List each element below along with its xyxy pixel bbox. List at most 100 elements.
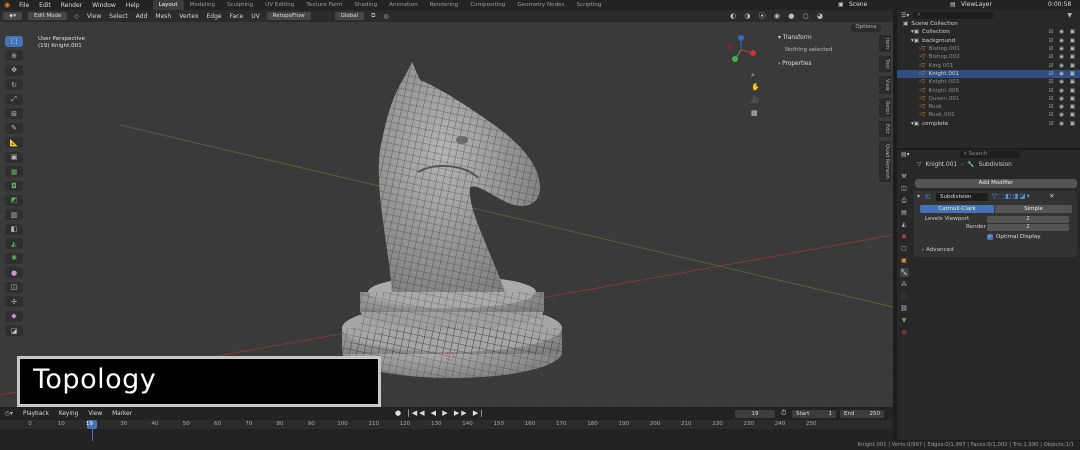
viewlayer-selector[interactable]: ViewLayer bbox=[961, 1, 992, 8]
menu-playback[interactable]: Playback bbox=[18, 411, 54, 417]
collapse-icon[interactable]: ▾ bbox=[917, 193, 920, 200]
expand-arrow-icon[interactable]: ▾▣ bbox=[911, 121, 919, 127]
modifier-tab-icon[interactable]: 🔧 bbox=[899, 268, 909, 277]
add-cube-tool-icon[interactable]: ▣ bbox=[5, 151, 23, 163]
stopwatch-icon[interactable]: ⏱ bbox=[781, 409, 786, 418]
outliner-row[interactable]: ›▽ Queen.001 ☑ ◉ ▣ bbox=[897, 95, 1080, 103]
tab-view[interactable]: View bbox=[879, 76, 891, 94]
particles-tab-icon[interactable]: ⁂ bbox=[900, 280, 909, 289]
timeline-type-icon[interactable]: ◷▾ bbox=[0, 411, 18, 417]
menu-render[interactable]: Render bbox=[56, 2, 87, 9]
filter-icon[interactable]: ▼ bbox=[1067, 12, 1072, 19]
outliner-row[interactable]: ›▽ Rook.001 ☑ ◉ ▣ bbox=[897, 111, 1080, 119]
outliner-row[interactable]: ›▽ Bishop.001 ☑ ◉ ▣ bbox=[897, 45, 1080, 53]
loop-cut-tool-icon[interactable]: ▥ bbox=[5, 209, 23, 221]
shear-tool-icon[interactable]: ◆ bbox=[5, 310, 23, 322]
shrink-fatten-tool-icon[interactable]: ✢ bbox=[5, 296, 23, 308]
visibility-toggle-icons[interactable]: ☑ ◉ ▣ bbox=[1049, 71, 1077, 77]
move-tool-icon[interactable]: ✥ bbox=[5, 64, 23, 76]
retopoflow-menu[interactable]: RetopoFlow bbox=[266, 12, 311, 20]
camera-icon[interactable]: 🎥 bbox=[751, 96, 760, 104]
simple-button[interactable]: Simple bbox=[995, 205, 1072, 213]
menu-edge[interactable]: Edge bbox=[203, 13, 226, 20]
editor-type-icon[interactable]: ◈▾ bbox=[3, 12, 22, 20]
properties-type-icon[interactable]: ▤▾ bbox=[901, 151, 910, 158]
outliner-row[interactable]: ›▽ Bishop.002 ☑ ◉ ▣ bbox=[897, 53, 1080, 61]
transform-panel-header[interactable]: ▾ Transform bbox=[778, 35, 812, 41]
catmull-clark-button[interactable]: Catmull-Clark bbox=[920, 205, 994, 213]
viewport-overlay-icons[interactable]: ◐ ◑ ⦿ ◉ ● ○ ◕ bbox=[730, 11, 826, 21]
object-tab-icon[interactable]: ▣ bbox=[900, 256, 909, 265]
menu-vertex[interactable]: Vertex bbox=[175, 13, 202, 20]
mesh-object-icon[interactable]: ›▽ bbox=[919, 71, 926, 77]
data-tab-icon[interactable]: ▼ bbox=[900, 316, 909, 325]
expand-arrow-icon[interactable]: ▾▣ bbox=[911, 38, 919, 44]
outliner-row[interactable]: ›▽ Knight.003 ☑ ◉ ▣ bbox=[897, 78, 1080, 86]
menu-mesh[interactable]: Mesh bbox=[151, 13, 175, 20]
mesh-object-icon[interactable]: ›▽ bbox=[919, 63, 926, 69]
outliner-row[interactable]: ›▽ Knight.001 ☑ ◉ ▣ bbox=[897, 69, 1080, 79]
visibility-toggle-icons[interactable]: ☑ ◉ ▣ bbox=[1049, 79, 1077, 85]
measure-tool-icon[interactable]: 📐 bbox=[5, 137, 23, 149]
menu-uv[interactable]: UV bbox=[247, 13, 264, 20]
modifier-toggle-icons[interactable]: ▽⬚◧◨◪▾ bbox=[992, 192, 1031, 200]
tool-tab-icon[interactable]: ⚒ bbox=[900, 172, 909, 181]
rip-tool-icon[interactable]: ◪ bbox=[5, 325, 23, 337]
visibility-toggle-icons[interactable]: ☑ ◉ ▣ bbox=[1049, 104, 1077, 110]
constraints-tab-icon[interactable]: ⛓ bbox=[900, 304, 909, 313]
outliner-search-input[interactable]: ⌕ bbox=[913, 11, 994, 19]
mesh-object-icon[interactable]: ›▽ bbox=[919, 96, 926, 102]
playback-controls[interactable]: ● |◀◀ ◀ ▶ ▶▶ ▶| bbox=[395, 409, 485, 417]
render-levels-field[interactable]: 2 bbox=[987, 224, 1069, 231]
tab-edit[interactable]: Edit bbox=[879, 120, 891, 137]
pan-hand-icon[interactable]: ✋ bbox=[751, 83, 760, 91]
tab-shading[interactable]: Shading bbox=[348, 0, 383, 10]
tab-scripting[interactable]: Scripting bbox=[571, 0, 608, 10]
end-frame-field[interactable]: End 250 bbox=[840, 410, 884, 418]
menu-view[interactable]: View bbox=[83, 13, 105, 20]
mode-selector[interactable]: Edit Mode bbox=[28, 12, 68, 20]
start-frame-field[interactable]: Start 1 bbox=[792, 410, 836, 418]
cursor-tool-icon[interactable]: ⊕ bbox=[5, 50, 23, 62]
menu-marker[interactable]: Marker bbox=[107, 411, 137, 417]
add-modifier-button[interactable]: Add Modifier bbox=[915, 179, 1077, 188]
outliner-row[interactable]: ›▽ Knight.005 ☑ ◉ ▣ bbox=[897, 86, 1080, 94]
physics-tab-icon[interactable]: ◌ bbox=[900, 292, 909, 301]
mesh-object-icon[interactable]: ›▽ bbox=[919, 88, 926, 94]
scale-tool-icon[interactable]: ⤢ bbox=[5, 93, 23, 105]
proportional-edit-icon[interactable]: ◎ bbox=[379, 13, 392, 20]
outliner-row[interactable]: ›▽ King.001 ☑ ◉ ▣ bbox=[897, 61, 1080, 69]
modifier-name-field[interactable]: Subdivision bbox=[936, 193, 988, 201]
visibility-toggle-icons[interactable]: ☑ ◉ ▣ bbox=[1049, 112, 1077, 118]
mesh-object-icon[interactable]: ›▽ bbox=[919, 112, 926, 118]
tab-uv-editing[interactable]: UV Editing bbox=[259, 0, 300, 10]
transform-orientation-dropdown[interactable]: Global bbox=[334, 12, 365, 20]
annotate-tool-icon[interactable]: ✎ bbox=[5, 122, 23, 134]
tab-item[interactable]: Item bbox=[879, 35, 891, 53]
properties-panel-header[interactable]: › Properties bbox=[778, 61, 811, 67]
visibility-toggle-icons[interactable]: ☑ ◉ ▣ bbox=[1049, 29, 1077, 35]
spin-tool-icon[interactable]: ✺ bbox=[5, 252, 23, 264]
poly-build-tool-icon[interactable]: ◭ bbox=[5, 238, 23, 250]
visibility-toggle-icons[interactable]: ☑ ◉ ▣ bbox=[1049, 63, 1077, 69]
outliner-row[interactable]: ▾▣ complete ☑ ◉ ▣ bbox=[897, 120, 1080, 128]
visibility-toggle-icons[interactable]: ☑ ◉ ▣ bbox=[1049, 54, 1077, 60]
scene-selector[interactable]: Scene bbox=[849, 1, 867, 8]
output-tab-icon[interactable]: ⎙ bbox=[900, 196, 909, 205]
properties-search-input[interactable]: ⌕ Search bbox=[959, 151, 1020, 158]
edge-slide-tool-icon[interactable]: ◫ bbox=[5, 281, 23, 293]
tab-rendering[interactable]: Rendering bbox=[424, 0, 465, 10]
bevel-tool-icon[interactable]: ◩ bbox=[5, 194, 23, 206]
tab-tool[interactable]: Tool bbox=[879, 56, 891, 73]
visibility-toggle-icons[interactable]: ☑ ◉ ▣ bbox=[1049, 96, 1077, 102]
outliner-row[interactable]: ▾▣ background ☑ ◉ ▣ bbox=[897, 37, 1080, 45]
view-layer-tab-icon[interactable]: ▤ bbox=[900, 208, 909, 217]
material-tab-icon[interactable]: ◍ bbox=[900, 328, 909, 337]
snap-icon[interactable]: ⧉ bbox=[367, 12, 379, 20]
ortho-grid-icon[interactable]: ▦ bbox=[751, 109, 758, 117]
render-tab-icon[interactable]: ◫ bbox=[900, 184, 909, 193]
menu-select[interactable]: Select bbox=[105, 13, 132, 20]
modifier-remove-icon[interactable]: ✕ bbox=[1049, 192, 1054, 200]
rotate-tool-icon[interactable]: ↻ bbox=[5, 79, 23, 91]
inset-tool-icon[interactable]: ◘ bbox=[5, 180, 23, 192]
